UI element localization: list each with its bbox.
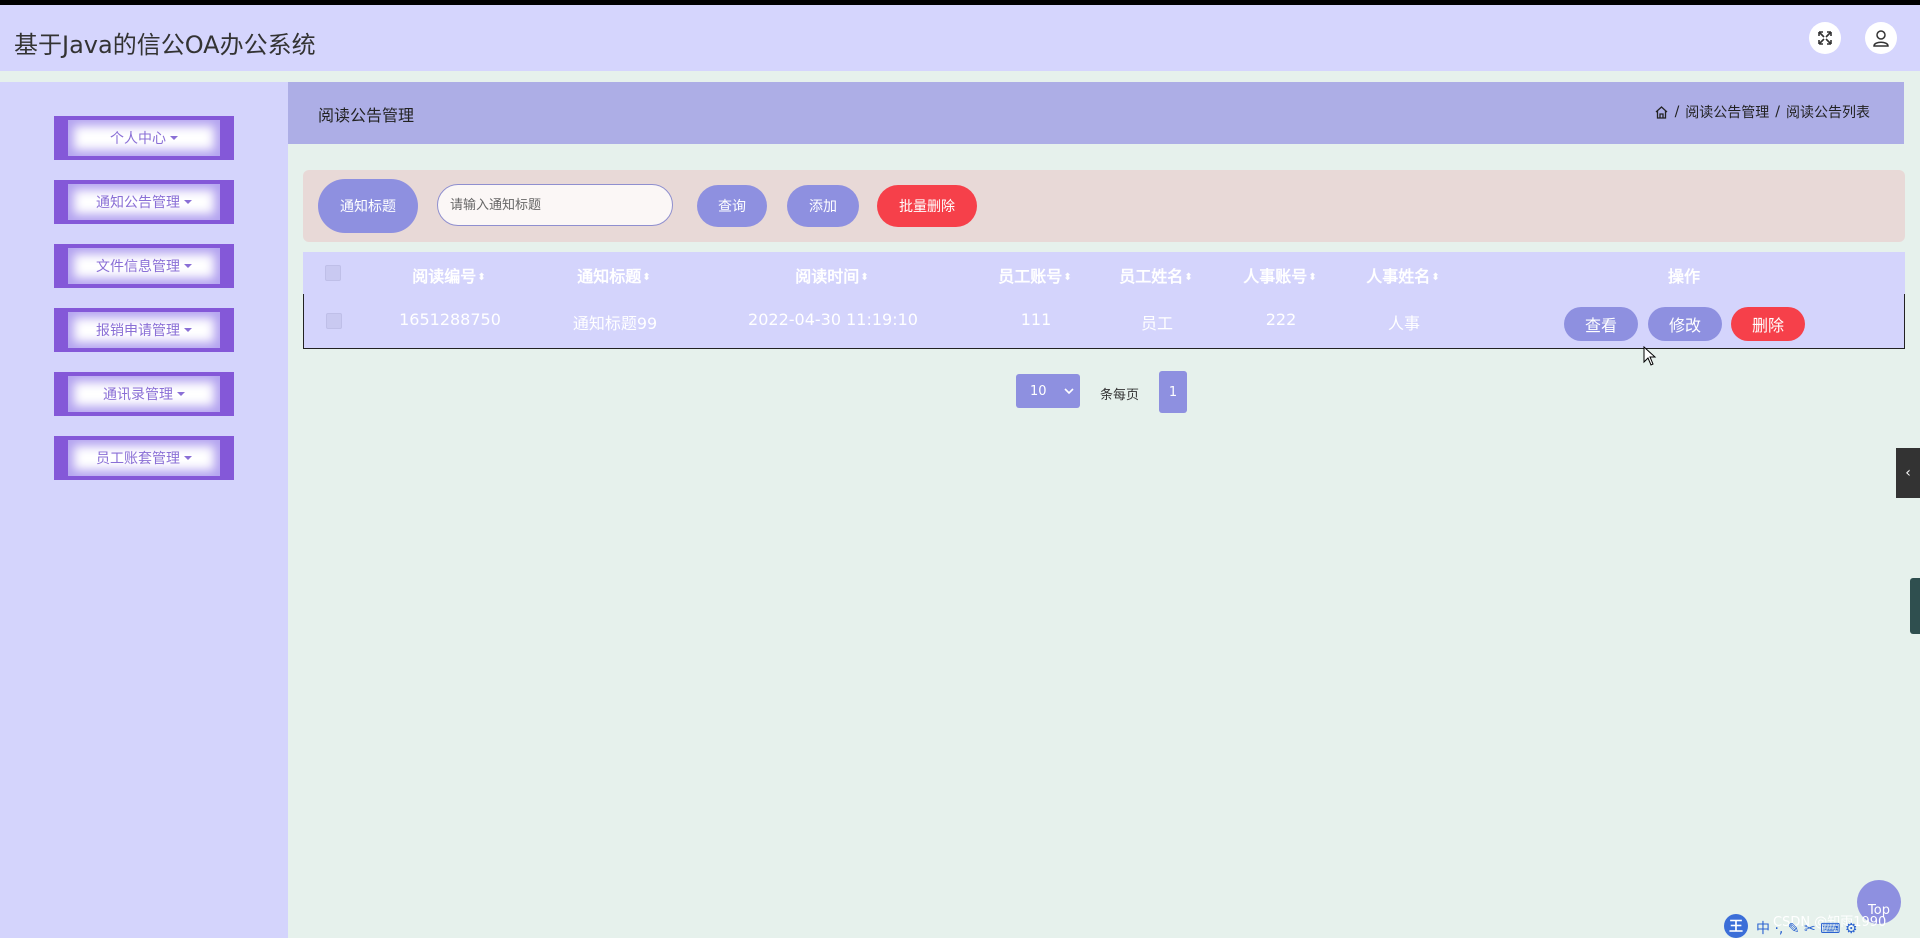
- select-all-checkbox[interactable]: [325, 265, 341, 281]
- column-header-actions: 操作: [1667, 267, 1701, 286]
- search-bar: 通知标题 查询 添加 批量删除: [303, 170, 1905, 242]
- delete-button[interactable]: 删除: [1731, 307, 1805, 341]
- side-panel-toggle[interactable]: ‹: [1896, 448, 1920, 498]
- page-size-select[interactable]: 10: [1016, 374, 1080, 408]
- page-button-current[interactable]: 1: [1159, 371, 1187, 413]
- chevron-down-icon: [1064, 388, 1074, 395]
- column-header-hr-account[interactable]: 人事账号⬍: [1243, 263, 1316, 287]
- search-input[interactable]: [437, 184, 673, 226]
- row-checkbox[interactable]: [326, 313, 342, 329]
- sort-icon[interactable]: ⬍: [477, 272, 485, 282]
- app-title: 基于Java的信公OA办公系统: [14, 31, 316, 59]
- breadcrumb-level1[interactable]: 阅读公告管理: [1685, 102, 1769, 122]
- sidebar-item-file-management[interactable]: 文件信息管理: [54, 244, 234, 288]
- mouse-cursor-icon: [1643, 346, 1657, 366]
- home-icon[interactable]: [1654, 105, 1669, 120]
- side-handle[interactable]: [1910, 578, 1920, 634]
- top-bar: 基于Java的信公OA办公系统: [0, 5, 1920, 71]
- fullscreen-button[interactable]: [1809, 22, 1841, 54]
- sidebar-item-label: 报销申请管理: [96, 323, 180, 339]
- edit-button[interactable]: 修改: [1648, 307, 1722, 341]
- cell-hr-account: 222: [1265, 310, 1297, 329]
- user-button[interactable]: [1865, 22, 1897, 54]
- caret-down-icon: [184, 200, 192, 204]
- column-header-hr-name[interactable]: 人事姓名⬍: [1366, 263, 1439, 287]
- sidebar-item-contacts[interactable]: 通讯录管理: [54, 372, 234, 416]
- sidebar-item-notice-management[interactable]: 通知公告管理: [54, 180, 234, 224]
- batch-delete-button[interactable]: 批量删除: [877, 185, 977, 227]
- fullscreen-icon: [1818, 31, 1832, 45]
- caret-down-icon: [177, 392, 185, 396]
- cell-employee-account: 111: [1020, 310, 1052, 329]
- column-header-read-time[interactable]: 阅读时间⬍: [795, 263, 868, 287]
- caret-down-icon: [184, 456, 192, 460]
- caret-down-icon: [184, 264, 192, 268]
- sidebar-item-personal-center[interactable]: 个人中心: [54, 116, 234, 160]
- page-size-value: 10: [1030, 383, 1047, 399]
- sort-icon[interactable]: ⬍: [1431, 272, 1439, 282]
- sidebar-item-reimbursement[interactable]: 报销申请管理: [54, 308, 234, 352]
- table-header: 阅读编号⬍ 通知标题⬍ 阅读时间⬍ 员工账号⬍ 员工姓名⬍ 人事账号⬍ 人事姓名…: [303, 252, 1905, 294]
- column-header-employee-account[interactable]: 员工账号⬍: [998, 263, 1071, 287]
- cell-read-time: 2022-04-30 11:19:10: [748, 310, 918, 329]
- sidebar-item-label: 通讯录管理: [103, 387, 173, 403]
- caret-down-icon: [184, 328, 192, 332]
- breadcrumb-level2: 阅读公告列表: [1786, 105, 1870, 121]
- cell-hr-name: 人事: [1387, 314, 1421, 333]
- cell-employee-name: 员工: [1140, 314, 1174, 333]
- sort-icon[interactable]: ⬍: [1063, 272, 1071, 282]
- user-icon: [1873, 30, 1889, 47]
- column-header-employee-name[interactable]: 员工姓名⬍: [1119, 263, 1192, 287]
- breadcrumb-separator: /: [1775, 104, 1780, 120]
- view-button[interactable]: 查看: [1564, 307, 1638, 341]
- page-title: 阅读公告管理: [318, 106, 415, 125]
- sidebar: 个人中心 通知公告管理 文件信息管理 报销申请管理 通讯录管理 员工账套管理: [0, 82, 288, 938]
- breadcrumb-separator: /: [1674, 104, 1680, 120]
- column-header-read-id[interactable]: 阅读编号⬍: [412, 263, 485, 287]
- sort-icon[interactable]: ⬍: [1184, 272, 1192, 282]
- sidebar-item-label: 个人中心: [110, 131, 166, 147]
- caret-down-icon: [170, 136, 178, 140]
- sidebar-item-label: 员工账套管理: [96, 451, 180, 467]
- add-button[interactable]: 添加: [787, 185, 859, 227]
- ime-toolbar-icons[interactable]: 中 ·, ✎ ✂ ⌨ ⚙: [1756, 918, 1857, 938]
- breadcrumb: / 阅读公告管理 / 阅读公告列表: [1654, 102, 1870, 122]
- table-row: 1651288750 通知标题99 2022-04-30 11:19:10 11…: [303, 294, 1905, 349]
- query-button[interactable]: 查询: [697, 185, 767, 227]
- search-label: 通知标题: [318, 179, 418, 233]
- sidebar-item-label: 文件信息管理: [96, 259, 180, 275]
- ime-icon[interactable]: 王: [1724, 914, 1748, 938]
- per-page-label: 条每页: [1100, 388, 1140, 403]
- page-header: 阅读公告管理 / 阅读公告管理 / 阅读公告列表: [288, 82, 1904, 144]
- column-header-notice-title[interactable]: 通知标题⬍: [577, 263, 650, 287]
- sidebar-item-label: 通知公告管理: [96, 195, 180, 211]
- cell-read-id: 1651288750: [399, 310, 501, 329]
- sort-icon[interactable]: ⬍: [642, 272, 650, 282]
- cell-notice-title: 通知标题99: [572, 314, 658, 333]
- sort-icon[interactable]: ⬍: [1308, 272, 1316, 282]
- sidebar-item-employee-accounts[interactable]: 员工账套管理: [54, 436, 234, 480]
- sort-icon[interactable]: ⬍: [860, 272, 868, 282]
